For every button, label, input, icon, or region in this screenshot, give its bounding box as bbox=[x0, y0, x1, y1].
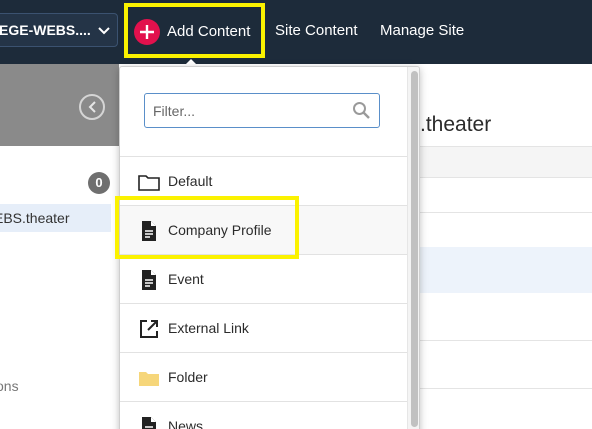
menu-item-label: Folder bbox=[168, 369, 208, 385]
table-row-divider bbox=[416, 340, 592, 341]
site-content-link[interactable]: Site Content bbox=[275, 22, 358, 39]
scrollbar-thumb[interactable] bbox=[411, 71, 418, 427]
add-content-button[interactable]: Add Content bbox=[124, 3, 265, 58]
document-icon bbox=[142, 270, 156, 290]
content-type-external-link[interactable]: External Link bbox=[120, 303, 407, 352]
site-tree-item-label: EBS.theater bbox=[0, 210, 70, 226]
app-root: EGE-WEBS.... Add Content Site Content Ma… bbox=[0, 0, 592, 429]
left-panel: 0 EBS.theater ons bbox=[0, 146, 119, 429]
annotation-highlight bbox=[115, 196, 299, 259]
folder-outline-icon bbox=[138, 175, 160, 191]
site-selector-label: EGE-WEBS.... bbox=[0, 22, 91, 38]
left-panel-text: ons bbox=[0, 378, 19, 394]
top-nav-bar: EGE-WEBS.... Add Content Site Content Ma… bbox=[0, 0, 592, 64]
menu-item-label: News bbox=[168, 418, 204, 429]
document-icon bbox=[142, 417, 156, 429]
manage-site-link[interactable]: Manage Site bbox=[380, 22, 464, 39]
content-type-folder[interactable]: Folder bbox=[120, 352, 407, 401]
table-row-divider bbox=[416, 212, 592, 213]
menu-item-label: Event bbox=[168, 271, 204, 287]
dropdown-scrollbar[interactable] bbox=[407, 67, 419, 429]
site-selector[interactable]: EGE-WEBS.... bbox=[0, 13, 118, 47]
content-type-event[interactable]: Event bbox=[120, 254, 407, 303]
table-header bbox=[416, 146, 592, 178]
menu-item-label: Default bbox=[168, 173, 213, 189]
folder-filled-icon bbox=[139, 372, 159, 386]
content-type-news[interactable]: News bbox=[120, 401, 407, 429]
chevron-down-icon bbox=[98, 27, 110, 35]
left-panel-header bbox=[0, 64, 119, 146]
chevron-left-icon bbox=[88, 101, 96, 113]
page-title: .theater bbox=[420, 113, 492, 136]
filter-input[interactable] bbox=[144, 93, 380, 128]
site-tree-item[interactable]: EBS.theater bbox=[0, 204, 111, 232]
plus-icon bbox=[134, 19, 160, 45]
table-row-divider bbox=[416, 388, 592, 389]
collapse-panel-button[interactable] bbox=[79, 94, 105, 120]
filter-area bbox=[120, 67, 407, 156]
add-content-label: Add Content bbox=[167, 23, 251, 40]
table-row[interactable] bbox=[416, 247, 592, 293]
menu-item-label: External Link bbox=[168, 320, 249, 336]
external-link-icon bbox=[140, 320, 158, 338]
count-badge: 0 bbox=[88, 172, 110, 194]
search-icon bbox=[353, 102, 370, 119]
